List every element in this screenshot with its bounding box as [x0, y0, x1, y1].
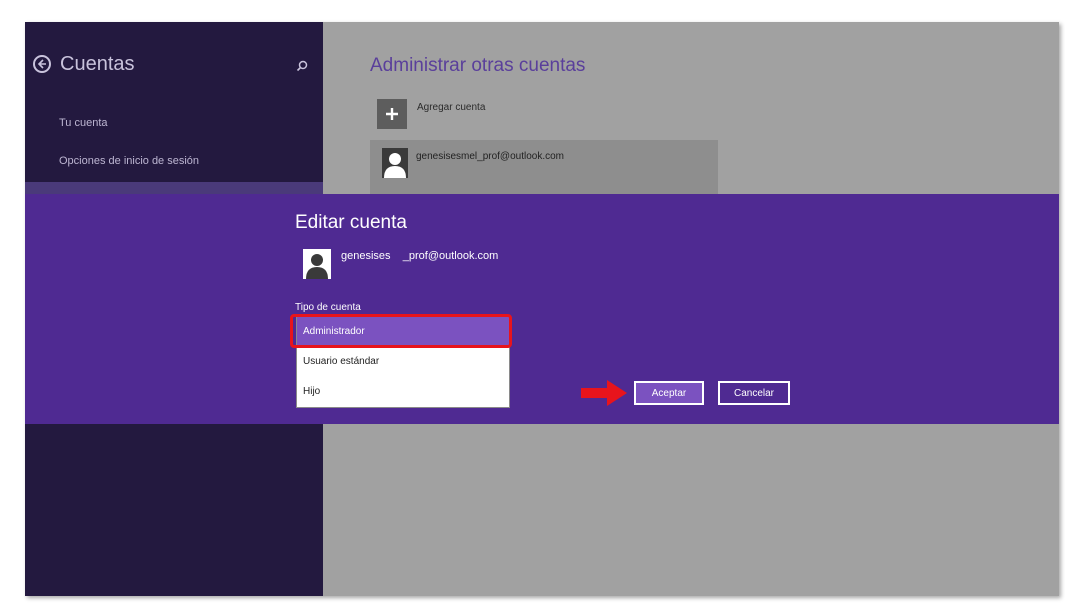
user-icon — [382, 148, 408, 178]
cancel-button[interactable]: Cancelar — [718, 381, 790, 405]
edit-account-dialog: Editar cuenta genesises _prof@outlook.co… — [25, 194, 1059, 424]
search-icon[interactable] — [295, 59, 309, 73]
add-account-button[interactable] — [377, 99, 407, 129]
plus-icon — [386, 108, 398, 120]
dialog-title: Editar cuenta — [295, 212, 407, 233]
dialog-email: genesises _prof@outlook.com — [341, 250, 499, 262]
account-list-item[interactable]: genesisesmel_prof@outlook.com — [370, 140, 718, 194]
sidebar-title: Cuentas — [60, 53, 135, 75]
back-arrow-icon[interactable] — [33, 55, 51, 73]
user-icon — [303, 249, 331, 279]
sidebar-item-tu-cuenta[interactable]: Tu cuenta — [59, 117, 108, 129]
option-usuario-estandar[interactable]: Usuario estándar — [297, 347, 509, 377]
account-type-label: Tipo de cuenta — [295, 302, 361, 313]
option-hijo[interactable]: Hijo — [297, 377, 509, 407]
account-email: genesisesmel_prof@outlook.com — [416, 151, 565, 162]
accept-button[interactable]: Aceptar — [634, 381, 704, 405]
sidebar-item-opciones-inicio[interactable]: Opciones de inicio de sesión — [59, 155, 199, 167]
red-arrow-icon — [581, 380, 627, 406]
settings-window: Cuentas Tu cuenta Opciones de inicio de … — [25, 22, 1059, 596]
highlight-box — [290, 314, 512, 348]
add-account-label[interactable]: Agregar cuenta — [417, 102, 485, 113]
page-title: Administrar otras cuentas — [370, 55, 586, 76]
